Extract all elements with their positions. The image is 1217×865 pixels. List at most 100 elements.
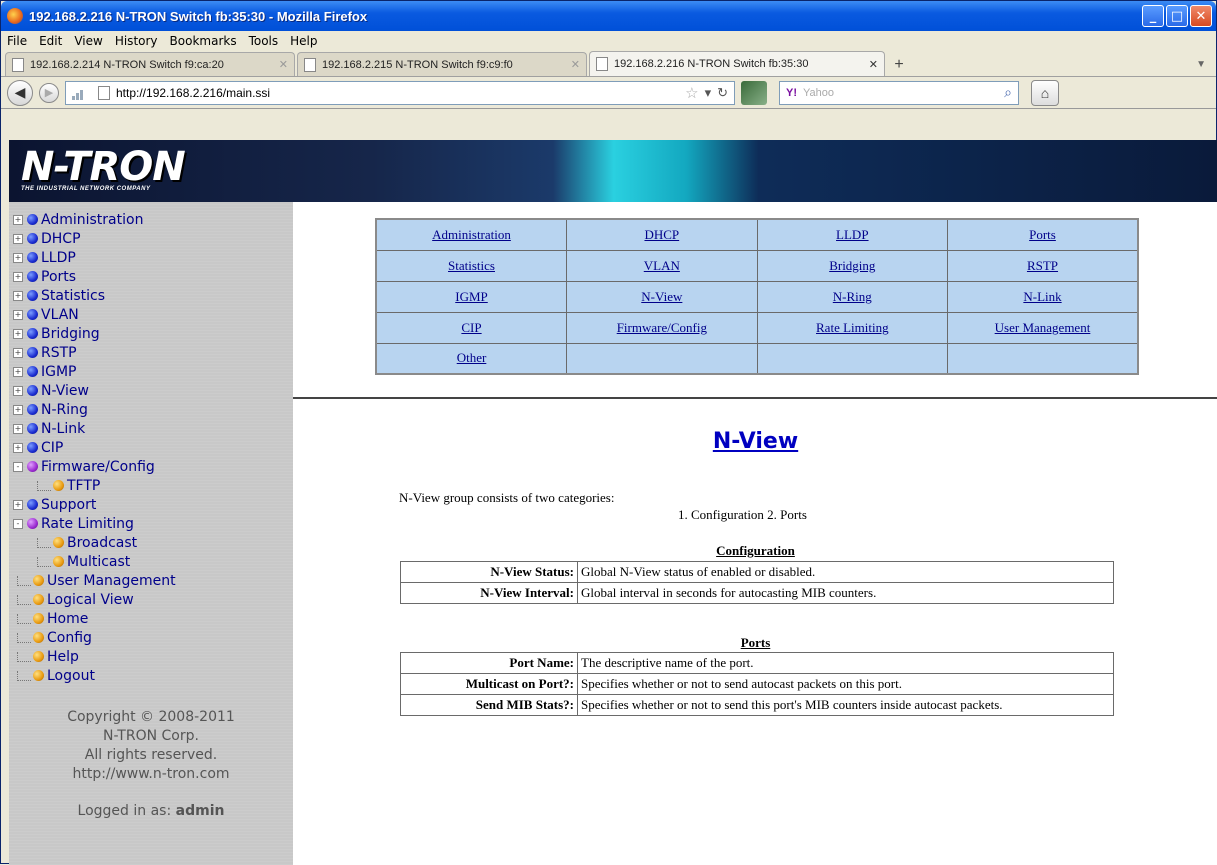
sidebar-item[interactable]: - Firmware/Config (9, 457, 293, 476)
nav-link[interactable]: Rate Limiting (816, 320, 889, 335)
sidebar-item-label[interactable]: IGMP (41, 364, 77, 380)
expand-icon[interactable]: + (13, 271, 23, 282)
nav-link[interactable]: Bridging (829, 258, 875, 273)
sidebar-item[interactable]: Logout (9, 666, 293, 685)
sidebar-item-label[interactable]: Config (47, 630, 92, 646)
sidebar-item[interactable]: Broadcast (9, 533, 293, 552)
collapse-icon[interactable]: - (13, 461, 23, 472)
sidebar-item[interactable]: Home (9, 609, 293, 628)
sidebar-item-label[interactable]: Multicast (67, 554, 130, 570)
sidebar-item-label[interactable]: Logical View (47, 592, 134, 608)
sidebar-item-label[interactable]: Administration (41, 212, 143, 228)
sidebar-item-label[interactable]: VLAN (41, 307, 79, 323)
expand-icon[interactable]: + (13, 252, 23, 263)
nav-link[interactable]: Ports (1029, 227, 1056, 242)
sidebar-item[interactable]: - Rate Limiting (9, 514, 293, 533)
nav-link[interactable]: Statistics (448, 258, 495, 273)
url-bar[interactable]: http://192.168.2.216/main.ssi ☆ ▾ ↻ (65, 80, 735, 105)
bookmark-star-icon[interactable]: ☆ (685, 84, 698, 102)
sidebar-item-label[interactable]: Rate Limiting (41, 516, 134, 532)
sidebar-item[interactable]: + N-Link (9, 419, 293, 438)
forward-button[interactable]: ▶ (39, 82, 59, 103)
sidebar-item[interactable]: + Support (9, 495, 293, 514)
menu-help[interactable]: Help (290, 34, 317, 48)
expand-icon[interactable]: + (13, 404, 23, 415)
sidebar-item[interactable]: Help (9, 647, 293, 666)
sidebar-item[interactable]: User Management (9, 571, 293, 590)
sidebar-item[interactable]: Config (9, 628, 293, 647)
menu-view[interactable]: View (74, 34, 102, 48)
expand-icon[interactable]: + (13, 328, 23, 339)
sidebar-item-label[interactable]: Support (41, 497, 96, 513)
sidebar-item-label[interactable]: N-Ring (41, 402, 88, 418)
expand-icon[interactable]: + (13, 385, 23, 396)
expand-icon[interactable]: + (13, 290, 23, 301)
nav-link[interactable]: N-View (641, 289, 682, 304)
sidebar-item[interactable]: Logical View (9, 590, 293, 609)
url-text[interactable]: http://192.168.2.216/main.ssi (116, 86, 270, 100)
tab-close-icon[interactable]: ✕ (279, 58, 288, 71)
sidebar-item-label[interactable]: Help (47, 649, 79, 665)
minimize-button[interactable]: _ (1142, 5, 1164, 27)
browser-tab-active[interactable]: 192.168.2.216 N-TRON Switch fb:35:30 ✕ (589, 51, 885, 76)
nav-link[interactable]: RSTP (1027, 258, 1058, 273)
menu-history[interactable]: History (115, 34, 158, 48)
home-button[interactable]: ⌂ (1031, 79, 1059, 106)
nav-link[interactable]: CIP (461, 320, 481, 335)
new-tab-button[interactable]: + (887, 54, 911, 76)
sidebar-item-label[interactable]: User Management (47, 573, 176, 589)
addon-icon[interactable] (741, 80, 767, 105)
collapse-icon[interactable]: - (13, 518, 23, 529)
sidebar-item[interactable]: + Bridging (9, 324, 293, 343)
sidebar-item[interactable]: + RSTP (9, 343, 293, 362)
expand-icon[interactable]: + (13, 423, 23, 434)
expand-icon[interactable]: + (13, 214, 23, 225)
tab-list-icon[interactable]: ▼ (1196, 59, 1206, 70)
nav-link[interactable]: VLAN (644, 258, 680, 273)
sidebar-item[interactable]: + DHCP (9, 229, 293, 248)
sidebar-item-label[interactable]: Ports (41, 269, 76, 285)
expand-icon[interactable]: + (13, 442, 23, 453)
tab-close-icon[interactable]: ✕ (571, 58, 580, 71)
sidebar-item[interactable]: TFTP (9, 476, 293, 495)
maximize-button[interactable]: □ (1166, 5, 1188, 27)
yahoo-icon[interactable]: Y! (786, 87, 797, 99)
sidebar-item-label[interactable]: N-View (41, 383, 89, 399)
browser-tab[interactable]: 192.168.2.215 N-TRON Switch f9:c9:f0 ✕ (297, 52, 587, 76)
expand-icon[interactable]: + (13, 347, 23, 358)
sidebar-item[interactable]: Multicast (9, 552, 293, 571)
sidebar-item-label[interactable]: Bridging (41, 326, 100, 342)
sidebar-item-label[interactable]: Firmware/Config (41, 459, 155, 475)
sidebar-item-label[interactable]: Broadcast (67, 535, 137, 551)
sidebar-item-label[interactable]: TFTP (67, 478, 100, 494)
sidebar-item-label[interactable]: Logout (47, 668, 95, 684)
nav-link[interactable]: DHCP (644, 227, 679, 242)
sidebar-item[interactable]: + N-View (9, 381, 293, 400)
nav-link[interactable]: LLDP (836, 227, 869, 242)
close-button[interactable]: ✕ (1190, 5, 1212, 27)
sidebar-item-label[interactable]: LLDP (41, 250, 76, 266)
sidebar-item-label[interactable]: CIP (41, 440, 63, 456)
expand-icon[interactable]: + (13, 309, 23, 320)
sidebar-item-label[interactable]: N-Link (41, 421, 85, 437)
nav-link[interactable]: IGMP (455, 289, 488, 304)
nav-link[interactable]: User Management (995, 320, 1091, 335)
sidebar-item[interactable]: + LLDP (9, 248, 293, 267)
reload-icon[interactable]: ↻ (717, 85, 728, 101)
nav-link[interactable]: Firmware/Config (617, 320, 707, 335)
expand-icon[interactable]: + (13, 233, 23, 244)
expand-icon[interactable]: + (13, 499, 23, 510)
sidebar-item-label[interactable]: DHCP (41, 231, 81, 247)
tab-close-icon[interactable]: ✕ (869, 58, 878, 71)
nav-link[interactable]: Administration (432, 227, 511, 242)
sidebar-item[interactable]: + N-Ring (9, 400, 293, 419)
menu-edit[interactable]: Edit (39, 34, 62, 48)
back-button[interactable]: ◀ (7, 79, 33, 106)
dropdown-icon[interactable]: ▾ (705, 85, 712, 101)
sidebar-item-label[interactable]: RSTP (41, 345, 77, 361)
sidebar-item-label[interactable]: Home (47, 611, 88, 627)
sidebar-item[interactable]: + Administration (9, 210, 293, 229)
expand-icon[interactable]: + (13, 366, 23, 377)
search-icon[interactable]: ⌕ (1004, 84, 1012, 101)
sidebar-item-label[interactable]: Statistics (41, 288, 105, 304)
